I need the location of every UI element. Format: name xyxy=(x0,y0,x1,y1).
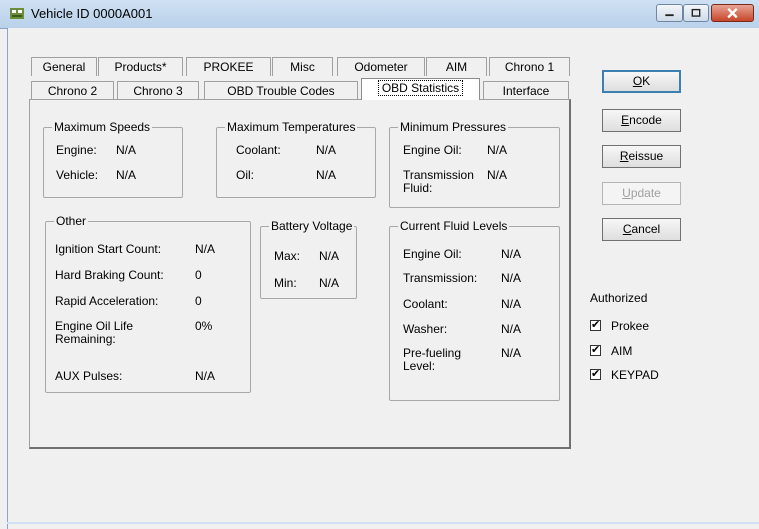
window-bottom-edge xyxy=(7,522,759,524)
coolant-level-value: N/A xyxy=(501,297,522,311)
group-title: Current Fluid Levels xyxy=(398,219,510,233)
engine-oil-life-value: 0% xyxy=(195,319,213,333)
vehicle-speed-label: Vehicle: xyxy=(56,168,99,182)
prefueling-level-label-2: Level: xyxy=(403,359,436,373)
authorized-label: Authorized xyxy=(590,291,648,305)
obd-statistics-panel: Maximum Speeds Engine: N/A Vehicle: N/A … xyxy=(29,99,571,449)
tab-chrono-3[interactable]: Chrono 3 xyxy=(117,81,199,100)
battery-min-value: N/A xyxy=(319,276,340,290)
app-icon xyxy=(10,8,24,19)
window-title: Vehicle ID 0000A001 xyxy=(31,6,153,21)
ignition-start-count-label: Ignition Start Count: xyxy=(55,242,162,256)
minimize-icon xyxy=(665,14,674,17)
tab-general[interactable]: General xyxy=(31,57,97,76)
battery-max-value: N/A xyxy=(319,249,340,263)
coolant-temp-value: N/A xyxy=(316,143,337,157)
group-maximum-temperatures: Maximum Temperatures xyxy=(216,120,376,198)
transmission-level-label: Transmission: xyxy=(403,271,478,285)
group-title: Maximum Temperatures xyxy=(225,120,358,134)
engine-oil-level-value: N/A xyxy=(501,247,522,261)
washer-level-label: Washer: xyxy=(403,322,448,336)
reissue-button[interactable]: Reissue xyxy=(602,145,681,168)
aux-pulses-value: N/A xyxy=(195,369,216,383)
group-title: Battery Voltage xyxy=(269,219,355,233)
oil-temp-value: N/A xyxy=(316,168,337,182)
washer-level-value: N/A xyxy=(501,322,522,336)
tab-odometer[interactable]: Odometer xyxy=(337,57,425,76)
oil-temp-label: Oil: xyxy=(236,168,254,182)
rapid-acceleration-value: 0 xyxy=(195,294,202,308)
group-title: Maximum Speeds xyxy=(52,120,153,134)
minimize-button[interactable] xyxy=(656,4,683,22)
engine-oil-level-label: Engine Oil: xyxy=(403,247,462,261)
encode-button[interactable]: Encode xyxy=(602,109,681,132)
coolant-temp-label: Coolant: xyxy=(236,143,281,157)
tab-misc[interactable]: Misc xyxy=(272,57,333,76)
ignition-start-count-value: N/A xyxy=(195,242,216,256)
coolant-level-label: Coolant: xyxy=(403,297,448,311)
tab-obd-statistics[interactable]: OBD Statistics xyxy=(361,78,480,100)
group-maximum-speeds: Maximum Speeds xyxy=(43,120,183,198)
engine-speed-value: N/A xyxy=(116,143,137,157)
tab-products[interactable]: Products* xyxy=(98,57,183,76)
checkbox-check-icon xyxy=(590,367,601,380)
tab-chrono-2[interactable]: Chrono 2 xyxy=(31,81,114,100)
tab-prokee[interactable]: PROKEE xyxy=(186,57,271,76)
checkbox-check-icon xyxy=(590,318,601,331)
battery-max-label: Max: xyxy=(274,249,301,263)
transmission-level-value: N/A xyxy=(501,271,522,285)
vehicle-speed-value: N/A xyxy=(116,168,137,182)
cancel-button[interactable]: Cancel xyxy=(602,218,681,241)
group-title: Other xyxy=(54,214,89,228)
engine-oil-pressure-value: N/A xyxy=(487,143,508,157)
tab-obd-trouble-codes[interactable]: OBD Trouble Codes xyxy=(204,81,358,100)
update-button: Update xyxy=(602,182,681,205)
ok-button[interactable]: OK xyxy=(602,70,681,93)
tab-interface[interactable]: Interface xyxy=(483,81,569,100)
hard-braking-count-label: Hard Braking Count: xyxy=(55,268,164,282)
hard-braking-count-value: 0 xyxy=(195,268,202,282)
maximize-icon xyxy=(691,8,701,17)
aux-pulses-label: AUX Pulses: xyxy=(55,369,123,383)
battery-min-label: Min: xyxy=(274,276,297,290)
rapid-acceleration-label: Rapid Acceleration: xyxy=(55,294,159,308)
engine-oil-pressure-label: Engine Oil: xyxy=(403,143,462,157)
engine-oil-life-label-2: Remaining: xyxy=(55,332,116,346)
tab-aim[interactable]: AIM xyxy=(426,57,487,76)
tab-chrono-1[interactable]: Chrono 1 xyxy=(489,57,570,76)
engine-speed-label: Engine: xyxy=(56,143,97,157)
transmission-pressure-label-2: Fluid: xyxy=(403,181,433,195)
prefueling-level-value: N/A xyxy=(501,346,522,360)
close-button[interactable] xyxy=(711,4,754,22)
close-icon xyxy=(727,7,738,19)
maximize-button[interactable] xyxy=(683,4,709,22)
transmission-pressure-value: N/A xyxy=(487,168,508,182)
checkbox-check-icon xyxy=(590,343,601,356)
title-bar: Vehicle ID 0000A001 xyxy=(0,0,759,29)
group-title: Minimum Pressures xyxy=(398,120,509,134)
